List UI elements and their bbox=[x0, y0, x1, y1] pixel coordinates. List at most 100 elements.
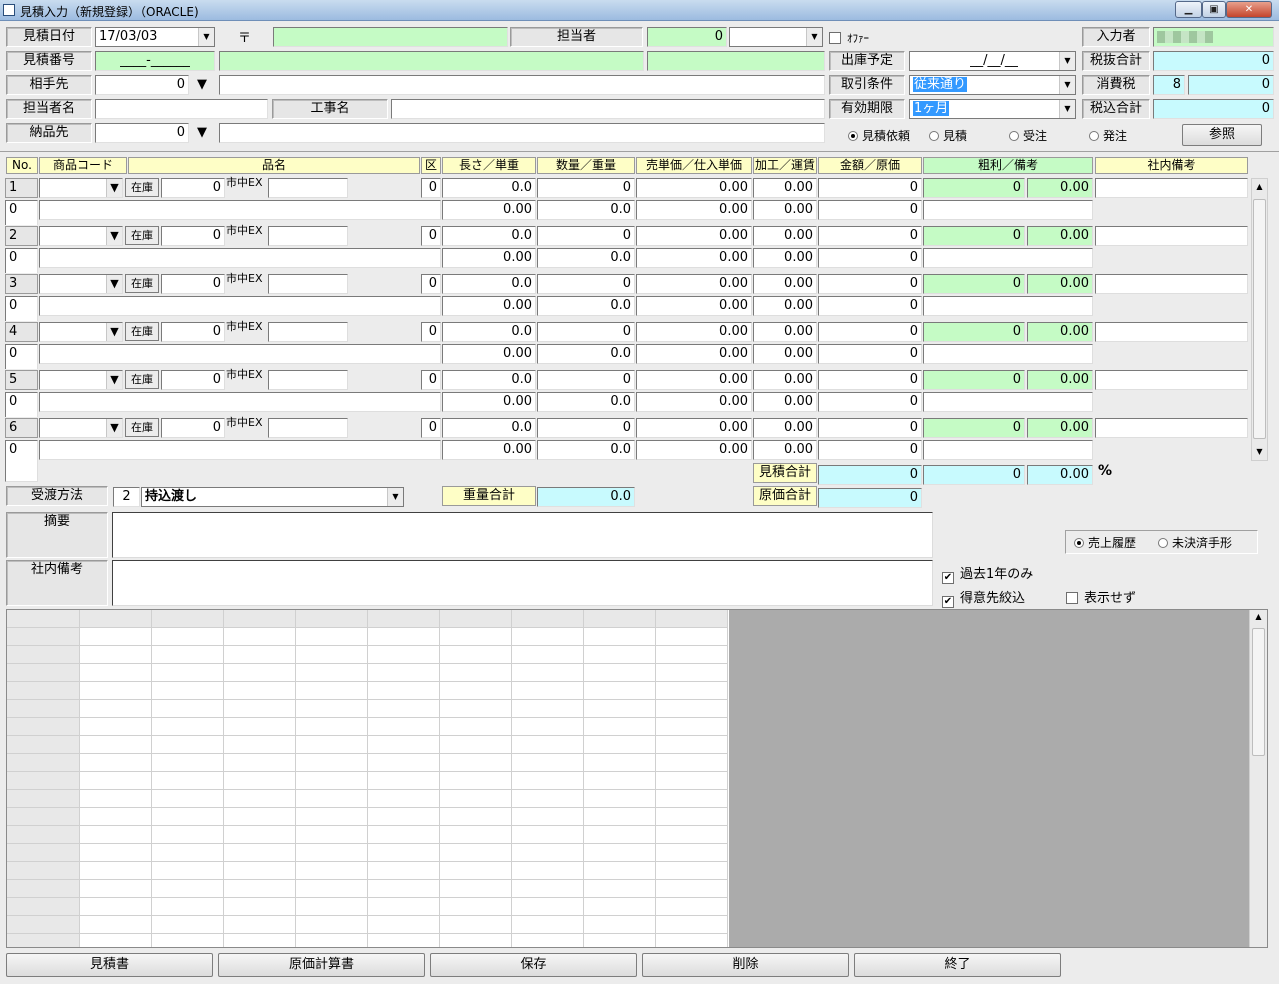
grid-cell[interactable] bbox=[152, 934, 224, 947]
weight-field[interactable]: 0.00 bbox=[442, 248, 536, 268]
tanto-name-select[interactable]: ▼ bbox=[729, 27, 823, 47]
grid-cell[interactable] bbox=[80, 736, 152, 754]
weight-qty-field[interactable]: 0.0 bbox=[537, 200, 635, 220]
juto-select[interactable]: 持込渡し ▼ bbox=[141, 487, 404, 507]
freight-field[interactable]: 0.00 bbox=[753, 344, 817, 364]
grid-cell[interactable] bbox=[152, 862, 224, 880]
history-scrollbar[interactable]: ▲ bbox=[1249, 610, 1267, 947]
kako-field[interactable]: 0.00 bbox=[753, 178, 817, 198]
grid-cell[interactable] bbox=[224, 628, 296, 646]
grid-cell[interactable] bbox=[512, 628, 584, 646]
grid-cell[interactable] bbox=[440, 880, 512, 898]
grid-row-header[interactable] bbox=[7, 718, 80, 736]
grid-cell[interactable] bbox=[656, 826, 728, 844]
tanto-code-field[interactable]: 0 bbox=[647, 27, 727, 47]
chevron-down-icon[interactable]: ▼ bbox=[198, 28, 214, 46]
sansho-button[interactable]: 参照 bbox=[1182, 124, 1262, 146]
grid-cell[interactable] bbox=[224, 610, 296, 628]
weight-field[interactable]: 0.00 bbox=[442, 392, 536, 412]
freight-field[interactable]: 0.00 bbox=[753, 296, 817, 316]
grid-row-header[interactable] bbox=[7, 610, 80, 628]
bikou-field[interactable] bbox=[1095, 370, 1248, 390]
scroll-up-icon[interactable]: ▲ bbox=[1250, 612, 1267, 621]
num-field[interactable]: 0 bbox=[537, 418, 635, 438]
grid-cell[interactable] bbox=[80, 700, 152, 718]
checkmark-icon[interactable]: ✔ bbox=[942, 596, 954, 608]
code-select[interactable]: ▼ bbox=[39, 178, 123, 198]
grid-cell[interactable] bbox=[296, 628, 368, 646]
grid-cell[interactable] bbox=[440, 700, 512, 718]
grid-cell[interactable] bbox=[584, 790, 656, 808]
cost-field[interactable]: 0.00 bbox=[636, 248, 752, 268]
grid-cell[interactable] bbox=[512, 718, 584, 736]
chevron-down-icon[interactable]: ▼ bbox=[106, 227, 122, 245]
grid-cell[interactable] bbox=[584, 862, 656, 880]
grid-cell[interactable] bbox=[296, 862, 368, 880]
memo-field[interactable] bbox=[923, 344, 1093, 364]
grid-cell[interactable] bbox=[512, 646, 584, 664]
qty-field[interactable]: 0 bbox=[161, 322, 225, 342]
grid-cell[interactable] bbox=[80, 808, 152, 826]
grid-cell[interactable] bbox=[368, 844, 440, 862]
cost-field[interactable]: 0.00 bbox=[636, 200, 752, 220]
grid-cell[interactable] bbox=[296, 844, 368, 862]
grid-cell[interactable] bbox=[584, 808, 656, 826]
radio-icon[interactable] bbox=[1089, 131, 1099, 141]
grid-row-header[interactable] bbox=[7, 790, 80, 808]
grid-cell[interactable] bbox=[152, 808, 224, 826]
grid-cell[interactable] bbox=[80, 826, 152, 844]
grid-cell[interactable] bbox=[584, 826, 656, 844]
qty-field[interactable]: 0 bbox=[161, 370, 225, 390]
bikou-field[interactable] bbox=[1095, 226, 1248, 246]
grid-cell[interactable] bbox=[368, 664, 440, 682]
maximize-button[interactable]: ▣ bbox=[1202, 1, 1226, 18]
grid-cell[interactable] bbox=[80, 880, 152, 898]
grid-cell[interactable] bbox=[368, 628, 440, 646]
grid-cell[interactable] bbox=[656, 844, 728, 862]
chevron-down-icon[interactable]: ▼ bbox=[106, 323, 122, 341]
exit-button[interactable]: 終了 bbox=[854, 953, 1061, 977]
grid-cell[interactable] bbox=[368, 700, 440, 718]
grid-row-header[interactable] bbox=[7, 934, 80, 947]
grid-cell[interactable] bbox=[584, 610, 656, 628]
grid-cell[interactable] bbox=[80, 862, 152, 880]
scroll-thumb[interactable] bbox=[1253, 199, 1266, 439]
grid-cell[interactable] bbox=[224, 646, 296, 664]
ku-field[interactable]: 0 bbox=[421, 226, 441, 246]
grid-cell[interactable] bbox=[224, 844, 296, 862]
radio-icon[interactable] bbox=[1074, 538, 1084, 548]
grid-cell[interactable] bbox=[512, 682, 584, 700]
check-hyoji-sezu[interactable]: 表示せず bbox=[1066, 587, 1136, 606]
grid-cell[interactable] bbox=[368, 880, 440, 898]
shohizei-rate-field[interactable]: 8 bbox=[1153, 75, 1185, 95]
scroll-thumb[interactable] bbox=[1252, 628, 1265, 756]
postal-field[interactable] bbox=[273, 27, 508, 47]
torihiki-select[interactable]: 従来通り ▼ bbox=[909, 75, 1076, 95]
weight-field[interactable]: 0.00 bbox=[442, 344, 536, 364]
grid-row-header[interactable] bbox=[7, 844, 80, 862]
grid-cell[interactable] bbox=[440, 772, 512, 790]
chevron-down-icon[interactable]: ▼ bbox=[106, 419, 122, 437]
kako-field[interactable]: 0.00 bbox=[753, 418, 817, 438]
ku-field[interactable]: 0 bbox=[421, 322, 441, 342]
grid-cell[interactable] bbox=[656, 646, 728, 664]
close-button[interactable]: ✕ bbox=[1226, 1, 1272, 18]
grid-cell[interactable] bbox=[512, 700, 584, 718]
juto-code-field[interactable]: 2 bbox=[113, 487, 140, 507]
grid-cell[interactable] bbox=[656, 736, 728, 754]
grid-cell[interactable] bbox=[152, 844, 224, 862]
grid-cell[interactable] bbox=[656, 718, 728, 736]
kako-field[interactable]: 0.00 bbox=[753, 226, 817, 246]
grid-cell[interactable] bbox=[656, 898, 728, 916]
grid-cell[interactable] bbox=[224, 880, 296, 898]
grid-cell[interactable] bbox=[152, 610, 224, 628]
grid-cell[interactable] bbox=[656, 772, 728, 790]
offer-checkbox[interactable]: ｵﾌｧｰ bbox=[829, 30, 869, 46]
grid-cell[interactable] bbox=[296, 790, 368, 808]
grid-cell[interactable] bbox=[440, 934, 512, 947]
chevron-down-icon[interactable]: ▼ bbox=[106, 371, 122, 389]
memo-field[interactable] bbox=[923, 440, 1093, 460]
ku-field[interactable]: 0 bbox=[421, 370, 441, 390]
grid-cell[interactable] bbox=[440, 664, 512, 682]
grid-cell[interactable] bbox=[224, 790, 296, 808]
